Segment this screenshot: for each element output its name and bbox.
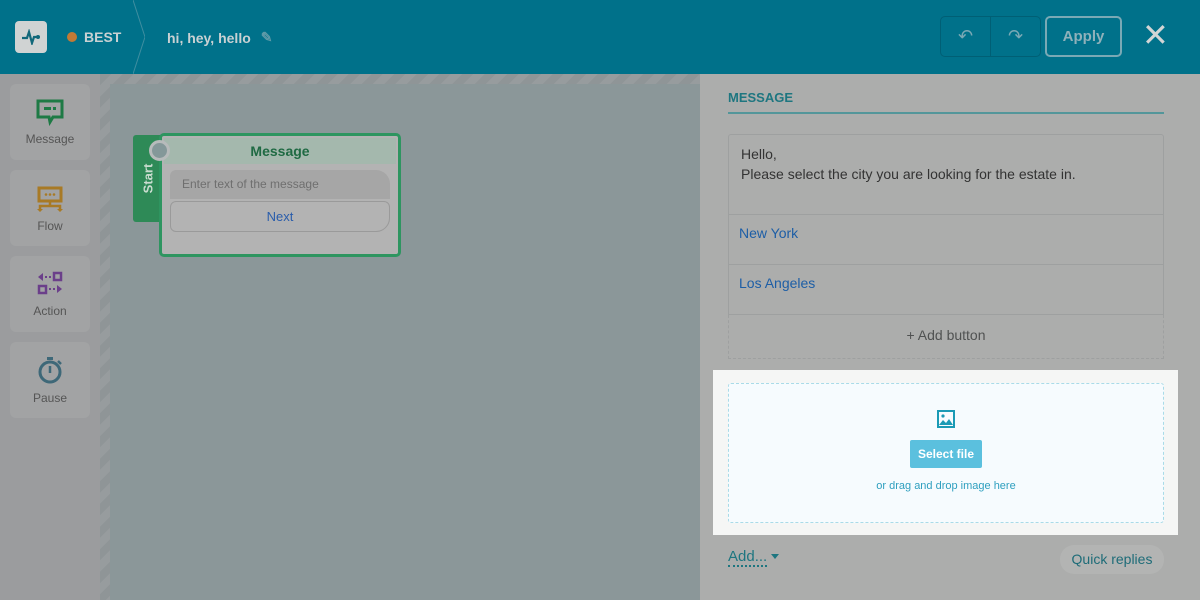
top-bar: BEST hi, hey, hello ✎ ↶ ↷ Apply ✕ bbox=[0, 0, 1200, 74]
palette-item-pause[interactable]: Pause bbox=[10, 342, 90, 418]
message-icon bbox=[36, 99, 64, 126]
flow-icon bbox=[37, 186, 63, 212]
undo-button[interactable]: ↶ bbox=[941, 17, 991, 56]
apply-button[interactable]: Apply bbox=[1045, 16, 1122, 57]
image-dropzone[interactable]: Select file or drag and drop image here bbox=[728, 383, 1164, 523]
stopwatch-icon bbox=[38, 357, 62, 384]
palette-label: Flow bbox=[37, 219, 63, 233]
node-next-button[interactable]: Next bbox=[170, 201, 390, 232]
palette-item-message[interactable]: Message bbox=[10, 84, 90, 160]
bot-name: BEST bbox=[84, 29, 122, 45]
section-divider bbox=[728, 112, 1164, 114]
image-icon bbox=[937, 410, 955, 428]
node-input-port[interactable] bbox=[149, 140, 170, 161]
status-dot bbox=[67, 32, 77, 42]
caret-down-icon bbox=[771, 554, 779, 563]
flow-title[interactable]: hi, hey, hello ✎ bbox=[167, 29, 273, 46]
palette-item-action[interactable]: Action bbox=[10, 256, 90, 332]
pencil-icon[interactable]: ✎ bbox=[261, 29, 273, 46]
palette-label: Pause bbox=[32, 391, 68, 405]
palette-label: Message bbox=[25, 132, 75, 146]
pulse-icon bbox=[22, 29, 40, 45]
node-message-input[interactable]: Enter text of the message bbox=[170, 170, 390, 199]
palette-label: Action bbox=[33, 304, 67, 318]
node-title: Message bbox=[164, 138, 396, 164]
close-icon[interactable]: ✕ bbox=[1142, 19, 1169, 51]
add-dropdown[interactable]: Add... bbox=[728, 548, 768, 567]
block-palette: Message Flow Action Pause bbox=[0, 74, 100, 600]
message-textarea[interactable]: Hello, Please select the city you are lo… bbox=[728, 134, 1164, 215]
history-controls: ↶ ↷ bbox=[940, 16, 1041, 57]
breadcrumb-separator bbox=[133, 0, 145, 74]
message-button-los-angeles[interactable]: Los Angeles bbox=[728, 265, 1164, 315]
drop-hint: or drag and drop image here bbox=[876, 480, 1016, 492]
section-title: MESSAGE bbox=[728, 90, 794, 105]
flow-title-text: hi, hey, hello bbox=[167, 29, 251, 46]
app-logo[interactable] bbox=[15, 21, 47, 53]
redo-button[interactable]: ↷ bbox=[991, 17, 1040, 56]
palette-item-flow[interactable]: Flow bbox=[10, 170, 90, 246]
add-button[interactable]: + Add button bbox=[728, 315, 1164, 359]
action-icon bbox=[37, 271, 63, 295]
quick-replies-button[interactable]: Quick replies bbox=[1060, 545, 1164, 574]
bot-status[interactable]: BEST bbox=[67, 29, 121, 45]
message-button-new-york[interactable]: New York bbox=[728, 215, 1164, 265]
image-upload-section: Select file or drag and drop image here bbox=[713, 370, 1178, 535]
select-file-button[interactable]: Select file bbox=[910, 440, 982, 468]
start-label: Start bbox=[140, 163, 156, 194]
message-node[interactable]: Message Enter text of the message Next bbox=[159, 133, 401, 257]
